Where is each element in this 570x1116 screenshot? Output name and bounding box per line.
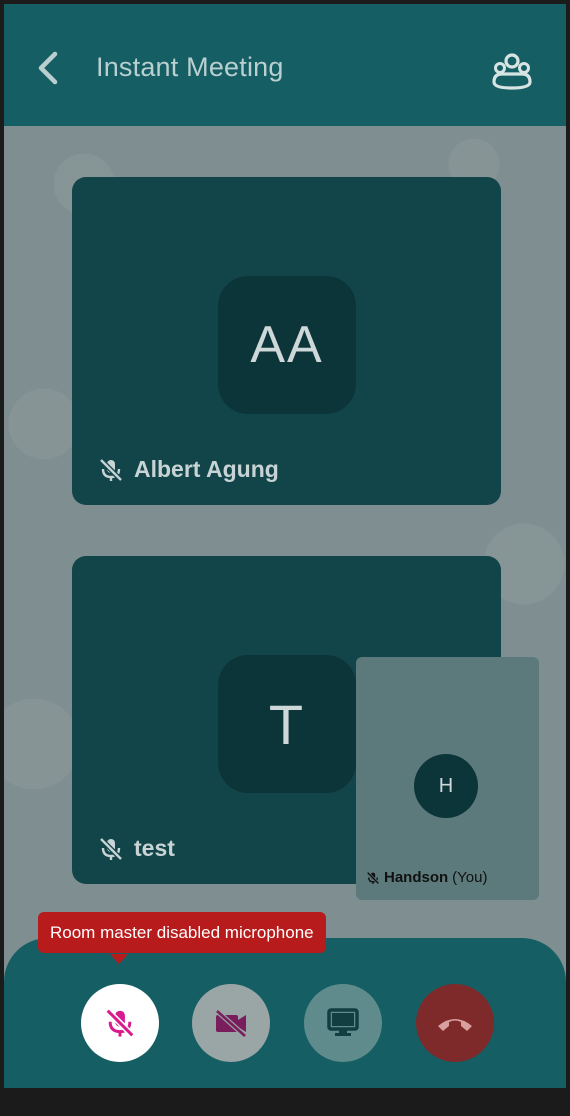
participant-name: test — [134, 835, 175, 861]
meeting-screen: Instant Meeting AA Albert Agung T test H… — [4, 4, 566, 1088]
mic-toggle-button[interactable] — [81, 984, 159, 1062]
self-name: Handson — [384, 869, 449, 886]
self-avatar: H — [414, 754, 478, 818]
mic-off-icon — [98, 836, 124, 862]
mic-off-icon — [98, 457, 124, 483]
end-call-button[interactable] — [416, 984, 494, 1062]
self-label: Handson (You) — [366, 869, 487, 886]
self-suffix: (You) — [452, 869, 488, 886]
back-button[interactable] — [28, 48, 68, 88]
camera-toggle-button[interactable] — [192, 984, 270, 1062]
participant-tile[interactable]: AA Albert Agung — [72, 177, 501, 505]
app-header: Instant Meeting — [4, 4, 566, 126]
participant-label: test — [98, 835, 175, 862]
chevron-left-icon — [38, 51, 58, 85]
avatar: AA — [218, 276, 356, 414]
screen-share-button[interactable] — [304, 984, 382, 1062]
mic-disabled-toast: Room master disabled microphone — [38, 912, 326, 953]
avatar: T — [218, 655, 356, 793]
participant-name: Albert Agung — [134, 456, 279, 482]
video-off-icon — [215, 1009, 247, 1038]
window-bottom-strip — [0, 1088, 570, 1116]
participants-icon — [492, 53, 532, 90]
mic-off-icon — [366, 871, 380, 884]
toast-arrow — [110, 954, 128, 964]
self-view-tile[interactable]: H Handson (You) — [356, 657, 539, 900]
end-call-icon — [438, 1019, 472, 1031]
participant-label: Albert Agung — [98, 456, 279, 483]
participants-button[interactable] — [488, 48, 536, 96]
page-title: Instant Meeting — [96, 52, 284, 82]
screen-share-icon — [327, 1008, 359, 1036]
mic-off-icon — [105, 1008, 135, 1038]
